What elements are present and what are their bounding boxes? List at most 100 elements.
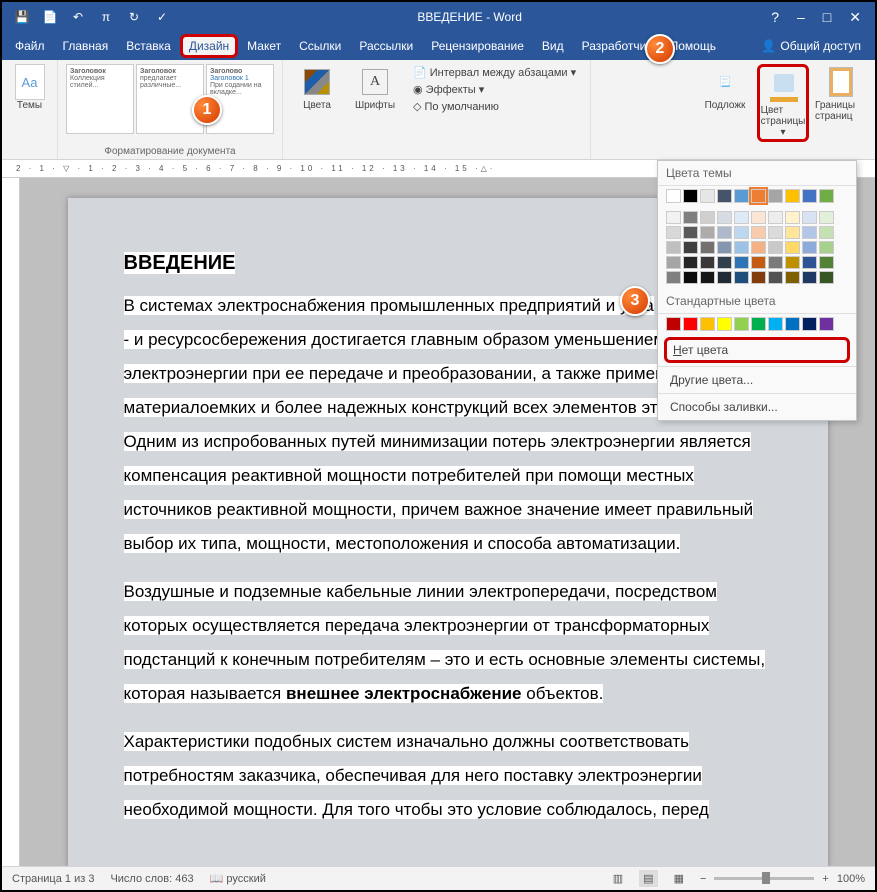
color-swatch[interactable] (734, 211, 749, 224)
color-swatch[interactable] (717, 211, 732, 224)
color-swatch[interactable] (717, 226, 732, 239)
word-count[interactable]: Число слов: 463 (110, 873, 193, 885)
fonts-button[interactable]: AШрифты (349, 64, 401, 111)
tab-view[interactable]: Вид (533, 34, 573, 58)
equation-icon[interactable]: π (96, 10, 116, 24)
tab-insert[interactable]: Вставка (117, 34, 180, 58)
color-swatch[interactable] (717, 256, 732, 269)
color-swatch[interactable] (768, 189, 783, 203)
color-swatch[interactable] (666, 241, 681, 254)
color-swatch[interactable] (819, 317, 834, 331)
undo-icon[interactable]: ↶ (68, 10, 88, 24)
color-swatch[interactable] (768, 226, 783, 239)
color-swatch[interactable] (751, 241, 766, 254)
color-swatch[interactable] (700, 211, 715, 224)
color-swatch[interactable] (785, 226, 800, 239)
color-swatch[interactable] (683, 189, 698, 203)
color-swatch[interactable] (734, 226, 749, 239)
heading[interactable]: ВВЕДЕНИЕ (124, 252, 236, 274)
vertical-ruler[interactable] (2, 178, 20, 868)
zoom-control[interactable]: − + 100% (700, 873, 865, 885)
color-swatch[interactable] (734, 317, 749, 331)
color-swatch[interactable] (666, 226, 681, 239)
page-count[interactable]: Страница 1 из 3 (12, 873, 94, 885)
color-swatch[interactable] (717, 189, 732, 203)
zoom-level[interactable]: 100% (837, 873, 865, 885)
color-swatch[interactable] (734, 256, 749, 269)
zoom-out-icon[interactable]: − (700, 873, 706, 885)
share-button[interactable]: 👤 Общий доступ (751, 39, 871, 53)
style-gallery[interactable]: ЗаголовокКоллекция стилей... Заголовокпр… (66, 64, 274, 134)
color-swatch[interactable] (717, 317, 732, 331)
tab-file[interactable]: Файл (6, 34, 54, 58)
color-swatch[interactable] (666, 256, 681, 269)
color-swatch[interactable] (751, 271, 766, 284)
watermark-button[interactable]: 📃Подложк (699, 64, 751, 111)
style-card[interactable]: ЗаголовокКоллекция стилей... (66, 64, 134, 134)
effects-button[interactable]: ◉ Эффекты ▾ (407, 81, 582, 98)
color-swatch[interactable] (734, 241, 749, 254)
paragraph[interactable]: Воздушные и подземные кабельные линии эл… (124, 575, 774, 711)
page-color-button[interactable]: Цвет страницы▾ (757, 64, 809, 142)
tab-layout[interactable]: Макет (238, 34, 290, 58)
color-swatch[interactable] (666, 317, 681, 331)
paragraph[interactable]: Характеристики подобных систем изначальн… (124, 725, 774, 827)
language[interactable]: 📖 русский (210, 872, 266, 885)
set-default-button[interactable]: ◇ По умолчанию (407, 98, 582, 115)
page-borders-button[interactable]: Границы страниц (815, 64, 867, 122)
color-swatch[interactable] (819, 211, 834, 224)
redo-icon[interactable]: ↻ (124, 10, 144, 24)
color-swatch[interactable] (819, 256, 834, 269)
color-swatch[interactable] (683, 211, 698, 224)
color-swatch[interactable] (683, 256, 698, 269)
print-layout-icon[interactable]: ▤ (639, 870, 657, 887)
save-icon[interactable]: 💾 (12, 10, 32, 24)
color-swatch[interactable] (819, 241, 834, 254)
color-swatch[interactable] (802, 317, 817, 331)
color-swatch[interactable] (819, 226, 834, 239)
tab-home[interactable]: Главная (54, 34, 118, 58)
paragraph-spacing-button[interactable]: 📄 Интервал между абзацами ▾ (407, 64, 582, 81)
color-swatch[interactable] (768, 271, 783, 284)
minimize-icon[interactable]: – (797, 9, 805, 26)
color-swatch[interactable] (700, 256, 715, 269)
color-swatch[interactable] (683, 226, 698, 239)
color-swatch[interactable] (751, 256, 766, 269)
read-mode-icon[interactable]: ▥ (613, 872, 623, 885)
color-swatch[interactable] (802, 226, 817, 239)
color-swatch[interactable] (785, 256, 800, 269)
color-swatch[interactable] (700, 241, 715, 254)
tab-mailings[interactable]: Рассылки (350, 34, 422, 58)
color-swatch[interactable] (734, 271, 749, 284)
touch-icon[interactable]: 📄 (40, 10, 60, 24)
color-swatch[interactable] (819, 271, 834, 284)
color-swatch[interactable] (768, 241, 783, 254)
tab-review[interactable]: Рецензирование (422, 34, 533, 58)
color-swatch[interactable] (666, 189, 681, 203)
close-icon[interactable]: ✕ (849, 9, 861, 26)
color-swatch[interactable] (785, 271, 800, 284)
standard-colors-row[interactable] (658, 314, 856, 334)
color-swatch[interactable] (751, 211, 766, 224)
color-swatch[interactable] (666, 211, 681, 224)
color-swatch[interactable] (785, 211, 800, 224)
color-swatch[interactable] (802, 189, 817, 203)
color-swatch[interactable] (802, 241, 817, 254)
theme-colors-grid[interactable] (658, 206, 856, 289)
themes-button[interactable]: Aa Темы (10, 64, 49, 111)
color-swatch[interactable] (802, 271, 817, 284)
color-swatch[interactable] (768, 317, 783, 331)
color-swatch[interactable] (751, 189, 766, 203)
color-swatch[interactable] (802, 211, 817, 224)
fill-effects-item[interactable]: Способы заливки... (658, 393, 856, 420)
color-swatch[interactable] (751, 317, 766, 331)
color-swatch[interactable] (700, 189, 715, 203)
zoom-in-icon[interactable]: + (822, 873, 828, 885)
color-swatch[interactable] (700, 226, 715, 239)
more-colors-item[interactable]: Другие цвета... (658, 366, 856, 393)
color-swatch[interactable] (785, 241, 800, 254)
colors-button[interactable]: Цвета (291, 64, 343, 111)
color-swatch[interactable] (819, 189, 834, 203)
web-layout-icon[interactable]: ▦ (674, 872, 684, 885)
color-swatch[interactable] (717, 271, 732, 284)
